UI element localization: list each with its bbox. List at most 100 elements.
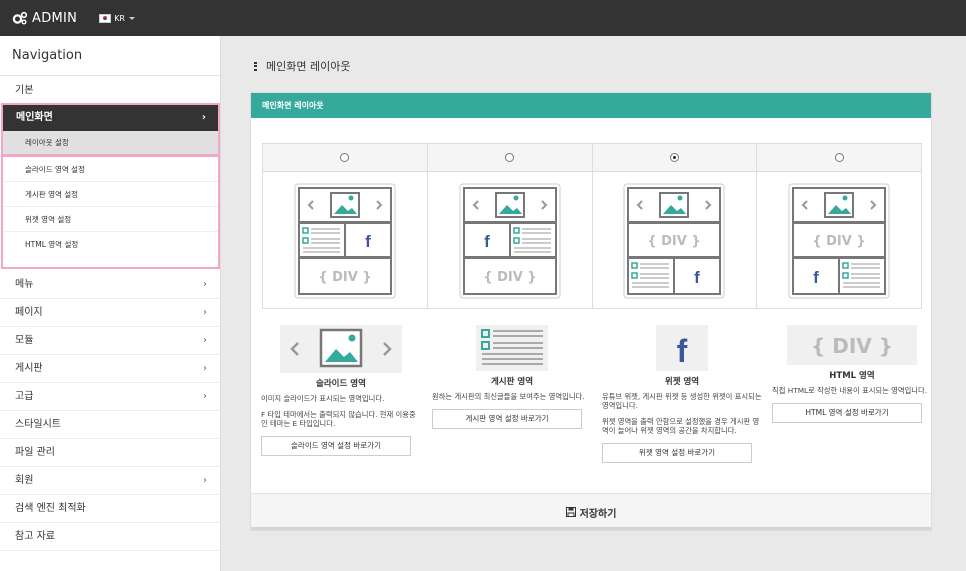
html-settings-button[interactable]: HTML 영역 설정 바로가기 bbox=[772, 403, 922, 423]
sidebar-item-menu[interactable]: 메뉴 › bbox=[0, 271, 221, 299]
card-title: 위젯 영역 bbox=[664, 377, 700, 387]
language-label: KR bbox=[114, 13, 125, 23]
sidebar-item-label: 메인화면 bbox=[16, 112, 53, 123]
svg-text:{ DIV }: { DIV } bbox=[483, 270, 536, 285]
sidebar-item-label: 게시판 bbox=[15, 363, 43, 374]
board-settings-button[interactable]: 게시판 영역 설정 바로가기 bbox=[432, 409, 582, 429]
sidebar-item-basic[interactable]: 기본 bbox=[0, 76, 220, 105]
sidebar-item-file-manager[interactable]: 파일 관리 bbox=[0, 439, 221, 467]
card-description: 이미지 슬라이드가 표시되는 영역입니다. F 타입 테마에서는 출력되지 않습… bbox=[261, 394, 421, 428]
panel-header: 메인화면 레이아웃 bbox=[251, 93, 931, 118]
chevron-right-icon: › bbox=[203, 279, 207, 290]
card-desc-line: 위젯 영역을 출력 안함으로 설정했을 경우 게시판 영역이 늘어나 위젯 영역… bbox=[602, 417, 760, 435]
svg-text:f: f bbox=[813, 268, 819, 287]
card-board: 게시판 영역 원하는 게시판의 최신글들을 보여주는 영역입니다. 게시판 영역… bbox=[432, 325, 592, 429]
sidebar-item-label: 검색 엔진 최적화 bbox=[15, 503, 86, 514]
svg-text:f: f bbox=[484, 232, 490, 251]
brand-label: ADMIN bbox=[32, 10, 78, 26]
subitem-widget-settings[interactable]: 위젯 영역 설정 bbox=[3, 207, 218, 232]
top-navbar: ADMIN KR bbox=[0, 0, 966, 36]
layout-radio[interactable] bbox=[834, 153, 844, 162]
card-desc-line: 이미지 슬라이드가 표시되는 영역입니다. bbox=[261, 394, 385, 403]
layout-thumbnail-icon: f { DIV } bbox=[294, 183, 396, 298]
card-slide: 슬라이드 영역 이미지 슬라이드가 표시되는 영역입니다. F 타입 테마에서는… bbox=[261, 325, 421, 456]
card-widget: f 위젯 영역 유튜브 위젯, 게시판 위젯 등 생성한 위젯이 표시되는 영역… bbox=[602, 325, 762, 463]
subitem-slide-settings[interactable]: 슬라이드 영역 설정 bbox=[3, 157, 218, 182]
card-title: HTML 영역 bbox=[829, 371, 875, 381]
floppy-disk-icon bbox=[565, 507, 576, 517]
sidebar-item-label: 회원 bbox=[15, 475, 34, 486]
card-desc-line: 유튜브 위젯, 게시판 위젯 등 생성한 위젯이 표시되는 영역입니다. bbox=[602, 392, 762, 410]
save-button[interactable]: 저장하기 bbox=[251, 493, 931, 530]
image-slider-icon bbox=[280, 325, 402, 373]
layout-option[interactable]: { DIV } f bbox=[757, 144, 921, 308]
svg-text:f: f bbox=[677, 333, 688, 369]
sidebar-item-page[interactable]: 페이지 › bbox=[0, 299, 221, 327]
widget-settings-button[interactable]: 위젯 영역 설정 바로가기 bbox=[602, 443, 752, 463]
layout-option[interactable]: { DIV } f bbox=[592, 144, 758, 308]
sidebar-menu-list: 메뉴 › 페이지 › 모듈 › 게시판 › 고급 › 스타일시트 파일 관리 회원 › 검색… bbox=[0, 271, 221, 551]
page-title: 메인화면 레이아웃 bbox=[254, 58, 350, 74]
card-desc-line: 원하는 게시판의 최신글들을 보여주는 영역입니다. bbox=[432, 392, 585, 401]
svg-text:f: f bbox=[365, 232, 371, 251]
layout-option[interactable]: f { DIV } bbox=[427, 144, 593, 308]
sidebar-item-members[interactable]: 회원 › bbox=[0, 467, 221, 495]
card-title: 슬라이드 영역 bbox=[316, 379, 366, 389]
svg-text:{ DIV }: { DIV } bbox=[811, 334, 893, 358]
sidebar-item-board[interactable]: 게시판 › bbox=[0, 355, 221, 383]
card-description: 직접 HTML로 작성한 내용이 표시되는 영역입니다. bbox=[772, 386, 932, 395]
div-block-icon: { DIV } bbox=[787, 325, 917, 365]
sidebar-item-label: 기본 bbox=[15, 85, 34, 96]
chevron-right-icon: › bbox=[203, 307, 207, 318]
chevron-right-icon: › bbox=[201, 112, 206, 123]
facebook-icon: f bbox=[656, 325, 708, 371]
subitem-board-settings[interactable]: 게시판 영역 설정 bbox=[3, 182, 218, 207]
layout-panel: 메인화면 레이아웃 f {DIV} f {DIV} {DIV} f … bbox=[250, 92, 932, 531]
sidebar-item-module[interactable]: 모듈 › bbox=[0, 327, 221, 355]
language-selector[interactable]: KR bbox=[99, 13, 135, 23]
korea-flag-icon bbox=[99, 13, 112, 23]
brand-link[interactable]: ADMIN bbox=[12, 11, 77, 26]
card-description: 유튜브 위젯, 게시판 위젯 등 생성한 위젯이 표시되는 영역입니다. 위젯 … bbox=[602, 392, 762, 435]
layout-option[interactable]: f { DIV } bbox=[263, 144, 428, 308]
subitem-html-settings[interactable]: HTML 영역 설정 bbox=[3, 232, 218, 257]
layout-thumbnail-icon: { DIV } f bbox=[623, 183, 725, 298]
svg-text:f: f bbox=[695, 268, 701, 287]
subitem-layout-settings[interactable]: 레이아웃 설정 bbox=[3, 131, 218, 157]
layout-radio[interactable] bbox=[340, 153, 350, 162]
svg-text:{ DIV }: { DIV } bbox=[318, 270, 371, 285]
sidebar-item-label: 고급 bbox=[15, 391, 34, 402]
chevron-right-icon: › bbox=[203, 475, 207, 486]
sidebar-item-label: 모듈 bbox=[15, 335, 34, 346]
card-desc-line: F 타입 테마에서는 출력되지 않습니다. 현재 이용중인 테마는 E 타입입니… bbox=[261, 410, 416, 428]
page-title-text: 메인화면 레이아웃 bbox=[266, 60, 351, 73]
sidebar-item-seo[interactable]: 검색 엔진 최적화 bbox=[0, 495, 221, 523]
svg-text:{ DIV }: { DIV } bbox=[648, 234, 701, 249]
sidebar-item-references[interactable]: 참고 자료 bbox=[0, 523, 221, 551]
sidebar-item-advanced[interactable]: 고급 › bbox=[0, 383, 221, 411]
sidebar-active-group: 메인화면 › 레이아웃 설정 슬라이드 영역 설정 게시판 영역 설정 위젯 영… bbox=[1, 103, 220, 269]
card-title: 게시판 영역 bbox=[490, 377, 534, 387]
sidebar-item-label: 파일 관리 bbox=[15, 447, 55, 458]
layout-radio[interactable] bbox=[669, 153, 679, 162]
layout-thumbnail-icon: f { DIV } bbox=[459, 183, 561, 298]
sidebar-title: Navigation bbox=[0, 36, 220, 76]
sidebar-item-label: 메뉴 bbox=[15, 279, 34, 290]
slide-settings-button[interactable]: 슬라이드 영역 설정 바로가기 bbox=[261, 436, 411, 456]
caret-down-icon bbox=[129, 16, 135, 20]
cogs-icon bbox=[12, 11, 28, 25]
feature-cards: 슬라이드 영역 이미지 슬라이드가 표시되는 영역입니다. F 타입 테마에서는… bbox=[251, 325, 933, 490]
sidebar-item-stylesheet[interactable]: 스타일시트 bbox=[0, 411, 221, 439]
layout-radio[interactable] bbox=[505, 153, 515, 162]
card-desc-line: 직접 HTML로 작성한 내용이 표시되는 영역입니다. bbox=[772, 386, 928, 395]
sidebar-item-label: 스타일시트 bbox=[15, 419, 61, 430]
card-html: { DIV } HTML 영역 직접 HTML로 작성한 내용이 표시되는 영역… bbox=[772, 325, 932, 423]
sidebar-item-main-screen[interactable]: 메인화면 › bbox=[3, 105, 218, 131]
card-description: 원하는 게시판의 최신글들을 보여주는 영역입니다. bbox=[432, 392, 592, 401]
layout-thumbnail-icon: { DIV } f bbox=[788, 183, 890, 298]
sidebar-item-label: 참고 자료 bbox=[15, 531, 55, 542]
board-list-icon bbox=[476, 325, 548, 371]
chevron-right-icon: › bbox=[203, 391, 207, 402]
vertical-ellipsis-icon bbox=[254, 61, 257, 71]
svg-text:{ DIV }: { DIV } bbox=[812, 234, 865, 249]
